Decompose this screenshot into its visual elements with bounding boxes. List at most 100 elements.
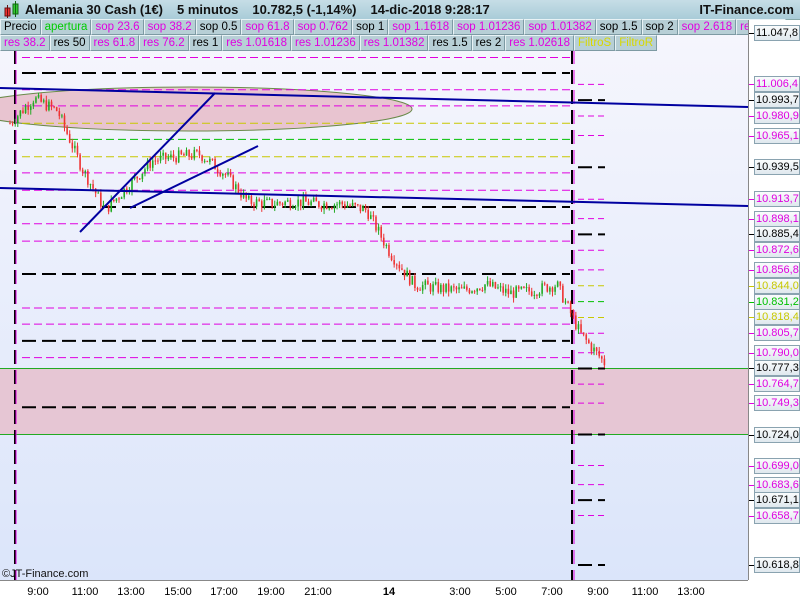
toggle-res-1[interactable]: res 1 [188, 35, 223, 51]
price-label: 10.844,0 [754, 277, 800, 294]
candle-body [466, 286, 468, 290]
candle-body [216, 169, 219, 173]
candle-body [369, 215, 372, 219]
candle-body [9, 123, 11, 125]
time-label: 5:00 [495, 586, 517, 598]
toggle-sop-38-2[interactable]: sop 38.2 [143, 19, 196, 35]
candle-body [279, 201, 281, 204]
candle-body [564, 301, 567, 303]
toggle-sop-0-5[interactable]: sop 0.5 [195, 19, 242, 35]
toggle-res-2[interactable]: res 2 [471, 35, 506, 51]
candle-body [113, 199, 115, 202]
candle-body [172, 154, 175, 158]
candle-body [115, 198, 118, 202]
candle-body [203, 160, 206, 162]
toggle-sop-1-5[interactable]: sop 1.5 [595, 19, 642, 35]
toggle-sop-23-6[interactable]: sop 23.6 [91, 19, 144, 35]
candle-body [190, 156, 193, 159]
candle-body [486, 281, 489, 285]
candle-body [390, 255, 393, 261]
toggle-res-1-01382[interactable]: res 1.01382 [359, 35, 429, 51]
toggle-filtror[interactable]: FiltroR [615, 35, 658, 51]
candle-body [440, 284, 442, 293]
price-chart[interactable] [0, 20, 748, 580]
candlestick-logo-icon [3, 0, 21, 19]
toggle-res-38-2[interactable]: res 38.2 [0, 35, 50, 51]
toggle-sop-1[interactable]: sop 1 [352, 19, 389, 35]
time-label: 21:00 [304, 586, 332, 598]
candle-body [271, 198, 273, 207]
candle-body [528, 287, 530, 292]
toggle-res-61-8[interactable]: res 61.8 [89, 35, 140, 51]
toggle-precio[interactable]: Precio [0, 19, 41, 35]
toggle-sop-1-01236[interactable]: sop 1.01236 [453, 19, 525, 35]
candle-body [315, 197, 318, 202]
price-label: 10.764,7 [754, 376, 800, 393]
candle-body [198, 150, 201, 156]
candle-body [32, 102, 35, 107]
candle-body [580, 324, 582, 333]
price-label: 10.939,5 [754, 159, 800, 176]
candle-body [499, 286, 502, 288]
toggle-sop-0-762[interactable]: sop 0.762 [293, 19, 353, 35]
price-label: 10.980,9 [754, 107, 800, 124]
price-label: 11.047,8 [754, 25, 800, 41]
price-label: 10.885,4 [754, 226, 800, 243]
candle-body [414, 275, 416, 288]
candle-body [227, 172, 229, 175]
candle-body [323, 203, 325, 210]
candle-body [157, 160, 159, 162]
candle-body [543, 283, 546, 285]
candle-body [71, 142, 74, 149]
toggle-sop-61-8[interactable]: sop 61.8 [241, 19, 294, 35]
candle-body [328, 208, 331, 210]
candle-body [393, 260, 395, 265]
candle-body [336, 204, 338, 206]
candle-body [120, 197, 123, 199]
candle-body [50, 101, 53, 107]
candle-body [530, 291, 533, 296]
candle-body [445, 283, 447, 292]
candle-body [463, 286, 466, 289]
toggle-sop-2[interactable]: sop 2 [641, 19, 678, 35]
candle-body [164, 152, 167, 160]
toggle-sop-1-1618[interactable]: sop 1.1618 [388, 19, 454, 35]
candle-body [510, 290, 512, 295]
price-label: 10.856,8 [754, 261, 800, 278]
candle-body [421, 285, 424, 291]
toggle-filtros[interactable]: FiltroS [573, 35, 616, 51]
candle-body [434, 282, 437, 285]
candle-body [281, 203, 284, 206]
candle-body [16, 116, 19, 124]
candle-body [349, 205, 351, 207]
candle-body [377, 226, 380, 231]
candle-body [325, 203, 328, 209]
candle-body [525, 287, 528, 289]
candle-body [497, 287, 499, 289]
brand: IT-Finance.com [699, 2, 794, 17]
toggle-res-50[interactable]: res 50 [49, 35, 90, 51]
candle-body [567, 301, 569, 303]
candle-body [118, 198, 120, 200]
candle-body [37, 94, 40, 98]
candle-body [81, 169, 84, 173]
toggle-res-76-2[interactable]: res 76.2 [139, 35, 189, 51]
candle-body [595, 347, 598, 351]
candle-body [455, 287, 458, 290]
toggle-sop-1-01382[interactable]: sop 1.01382 [524, 19, 596, 35]
toggle-res-1-01236[interactable]: res 1.01236 [290, 35, 360, 51]
toggle-sop-2-618[interactable]: sop 2.618 [677, 19, 737, 35]
toggle-apertura[interactable]: apertura [40, 19, 92, 35]
candle-body [403, 269, 406, 277]
toggle-res-1-5[interactable]: res 1.5 [428, 35, 472, 51]
toggle-res-1-02618[interactable]: res 1.02618 [505, 35, 574, 51]
toggle-res-1-01618[interactable]: res 1.01618 [222, 35, 291, 51]
copyright: ©JT-Finance.com [2, 568, 89, 580]
candle-body [286, 200, 289, 202]
candle-body [276, 201, 279, 206]
candle-body [333, 204, 336, 209]
candle-body [362, 206, 364, 212]
candle-body [411, 275, 414, 285]
candle-body [359, 204, 362, 212]
candle-body [24, 106, 27, 114]
